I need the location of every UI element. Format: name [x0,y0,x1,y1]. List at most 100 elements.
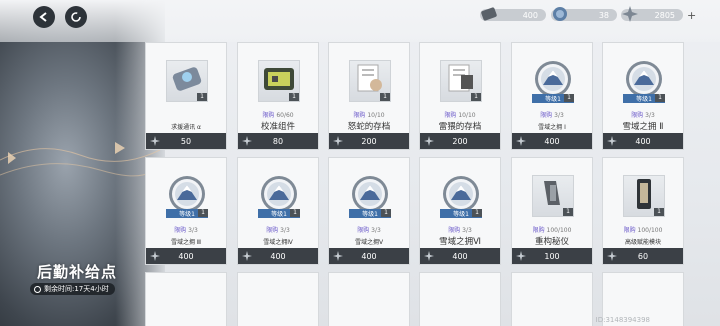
refresh-button[interactable] [65,6,87,28]
purchase-limit: 限购 3/3 [512,110,592,119]
purchase-limit: 限购 10/10 [420,110,500,119]
resource-crystal[interactable]: 2805 + [621,6,697,22]
purchase-limit-value: 100/100 [546,227,572,234]
item-image: 等级1 1 [532,60,574,103]
crystal-icon [424,136,434,146]
shop-item-card[interactable]: 1 求援通讯 α 50 [145,42,227,150]
price-value: 80 [272,136,284,146]
shop-item-card-partial[interactable] [511,272,593,326]
back-button[interactable] [33,6,55,28]
price-value: 400 [178,251,194,261]
purchase-limit-value: 100/100 [637,227,663,234]
shop-item-card-partial[interactable] [419,272,501,326]
coin-icon [553,7,567,21]
price-button[interactable]: 400 [420,248,500,264]
price-value: 60 [637,251,649,261]
price-button[interactable]: 400 [603,133,683,149]
price-button[interactable]: 200 [329,133,409,149]
purchase-limit-label: 限购 [448,227,461,234]
item-count: 1 [197,93,207,101]
crystal-icon [333,251,343,261]
purchase-limit-value: 3/3 [645,112,655,119]
item-name: 雪域之拥Ⅵ [439,237,481,247]
item-count: 1 [471,93,481,101]
shop-item-card[interactable]: 1 限购 100/100 高级赋能模块 60 [602,157,684,265]
item-name: 重构秘仪 [534,237,569,247]
purchase-limit-label: 限购 [444,112,457,119]
crystal-icon [607,136,617,146]
price-value: 400 [270,251,286,261]
shop-item-card[interactable]: 等级1 1 限购 3/3 雪域之拥Ⅵ 400 [419,157,501,265]
price-value: 400 [635,136,651,146]
purchase-limit: 限购 3/3 [146,225,226,234]
item-image: 等级1 1 [258,175,300,218]
shop-item-card-partial[interactable] [328,272,410,326]
item-count: 1 [289,93,299,101]
purchase-limit-label: 限购 [353,112,366,119]
item-count: 1 [290,209,300,217]
item-name: 雪域之拥 Ⅲ [170,239,202,246]
item-count: 1 [654,208,664,216]
item-name: 雪域之拥Ⅴ [354,239,384,246]
purchase-limit-label: 限购 [623,227,636,234]
shop-item-card[interactable]: 等级1 1 限购 3/3 雪域之拥Ⅳ 400 [237,157,319,265]
decorative-lines [0,142,160,177]
item-name: 雷猥的存档 [438,122,482,132]
price-button[interactable]: 100 [512,248,592,264]
shop-item-card[interactable]: 等级1 1 限购 3/3 雪域之拥 Ⅲ 400 [145,157,227,265]
item-count: 1 [563,208,573,216]
price-button[interactable]: 200 [420,133,500,149]
price-value: 400 [452,251,468,261]
remaining-time-text: 剩余时间:17天4小时 [44,285,109,293]
purchase-limit-value: 3/3 [371,227,381,234]
shop-item-card-partial[interactable] [237,272,319,326]
shop-item-card[interactable]: 等级1 1 限购 3/3 雪域之拥 Ⅱ 400 [602,42,684,150]
page-title: 后勤补给点 [37,263,118,281]
purchase-limit-value: 60/60 [276,112,294,119]
price-value: 400 [544,136,560,146]
price-button[interactable]: 400 [329,248,409,264]
resource-ticket[interactable]: 400 [480,7,546,22]
item-name: 雪域之拥Ⅳ [263,239,293,246]
user-id: ID:3148394398 [595,316,650,324]
shop-item-card[interactable]: 等级1 1 限购 3/3 雪域之拥Ⅴ 400 [328,157,410,265]
shop-item-card[interactable]: 1 限购 10/10 怒蛇的存档 200 [328,42,410,150]
crystal-icon [150,251,160,261]
purchase-limit-label: 限购 [532,227,545,234]
price-value: 200 [361,136,377,146]
price-button[interactable]: 80 [238,133,318,149]
shop-item-card[interactable]: 等级1 1 限购 3/3 雪域之拥 Ⅰ 400 [511,42,593,150]
item-name: 高级赋能模块 [624,239,661,246]
price-button[interactable]: 50 [146,133,226,149]
crystal-icon [424,251,434,261]
price-button[interactable]: 400 [512,133,592,149]
price-button[interactable]: 400 [238,248,318,264]
purchase-limit: 限购 100/100 [512,225,592,234]
purchase-limit-value: 3/3 [188,227,198,234]
item-count: 1 [198,209,208,217]
purchase-limit-label: 限购 [540,112,553,119]
purchase-limit-value: 3/3 [462,227,472,234]
item-count: 1 [564,94,574,102]
add-crystal-button[interactable]: + [687,9,696,22]
resource-coin[interactable]: 38 [551,7,617,22]
item-count: 1 [380,93,390,101]
shop-item-card[interactable]: 1 限购 60/60 校准组件 80 [237,42,319,150]
shop-item-card-partial[interactable] [145,272,227,326]
crystal-icon [242,251,252,261]
item-count: 1 [381,209,391,217]
crystal-icon [516,251,526,261]
item-image: 1 [349,60,391,102]
shop-item-card[interactable]: 1 限购 10/10 雷猥的存档 200 [419,42,501,150]
item-name: 雪域之拥 Ⅰ [538,124,566,131]
purchase-limit: 限购 60/60 [238,110,318,119]
purchase-limit: 限购 3/3 [238,225,318,234]
shop-item-card[interactable]: 1 限购 100/100 重构秘仪 100 [511,157,593,265]
purchase-limit: 限购 3/3 [603,110,683,119]
item-count: 1 [472,209,482,217]
item-name: 怒蛇的存档 [347,122,391,132]
price-button[interactable]: 400 [146,248,226,264]
price-button[interactable]: 60 [603,248,683,264]
purchase-limit: 限购 3/3 [329,225,409,234]
price-value: 200 [452,136,468,146]
